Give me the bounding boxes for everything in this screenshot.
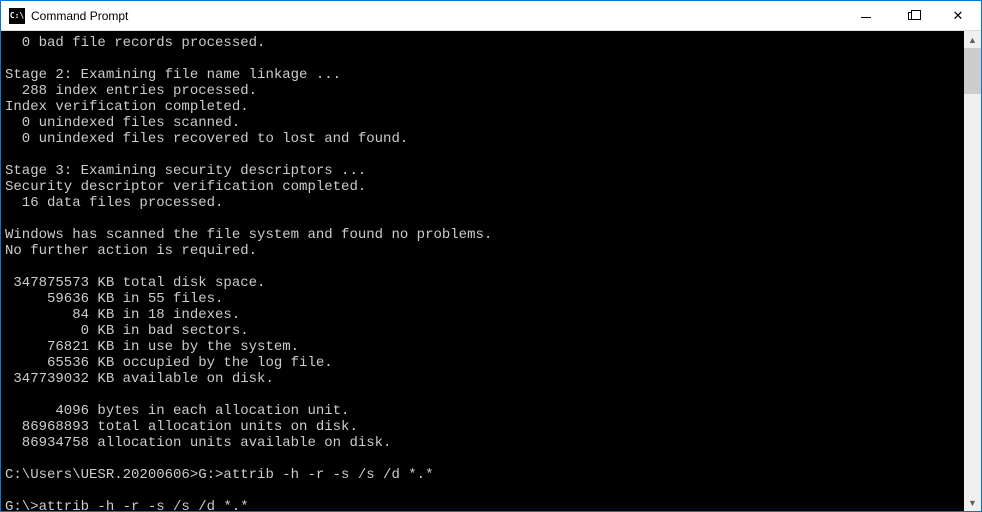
restore-button[interactable] bbox=[889, 1, 935, 30]
close-button[interactable]: ✕ bbox=[935, 1, 981, 30]
vertical-scrollbar[interactable]: ▲ ▼ bbox=[964, 31, 981, 511]
window-titlebar: C:\ Command Prompt ✕ bbox=[1, 1, 981, 31]
minimize-icon bbox=[861, 17, 871, 18]
scroll-up-arrow-icon[interactable]: ▲ bbox=[964, 31, 981, 48]
close-icon: ✕ bbox=[953, 9, 964, 22]
cmd-icon: C:\ bbox=[9, 8, 25, 24]
scroll-down-arrow-icon[interactable]: ▼ bbox=[964, 494, 981, 511]
minimize-button[interactable] bbox=[843, 1, 889, 30]
restore-icon bbox=[908, 12, 916, 20]
window-controls: ✕ bbox=[843, 1, 981, 30]
scroll-thumb[interactable] bbox=[964, 48, 981, 94]
window-title: Command Prompt bbox=[31, 9, 843, 23]
terminal-output[interactable]: 0 bad file records processed. Stage 2: E… bbox=[1, 31, 964, 511]
